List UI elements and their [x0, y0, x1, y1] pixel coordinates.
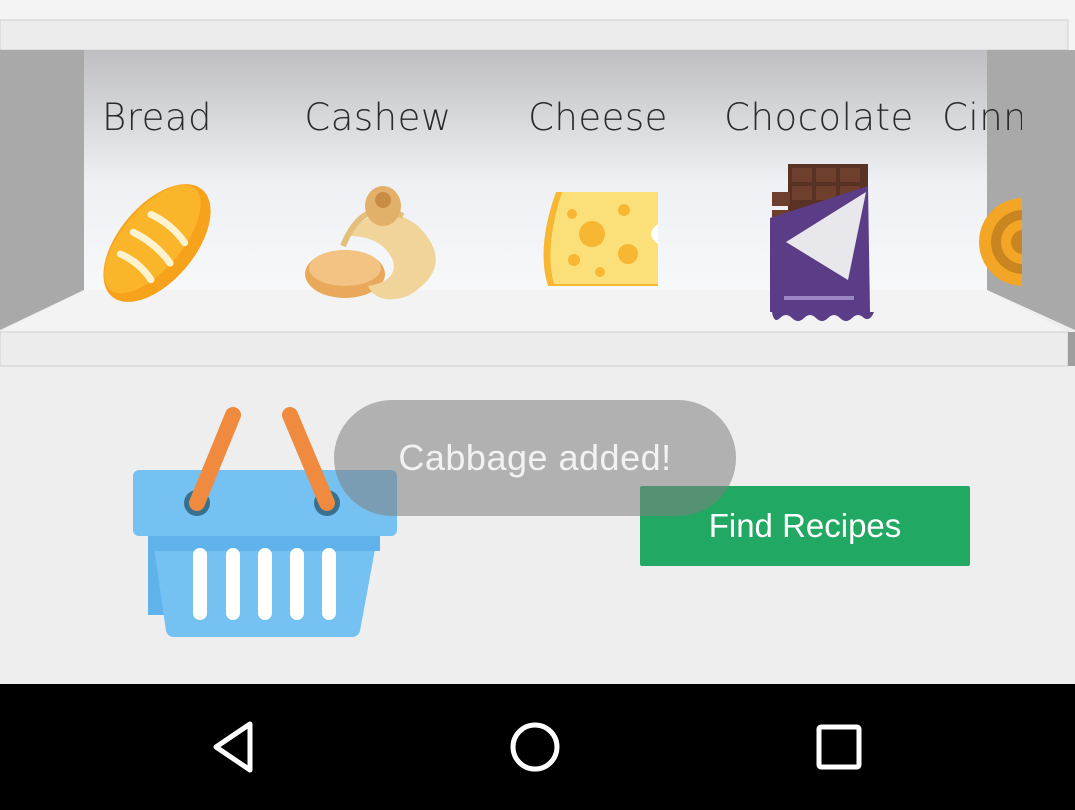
- shelf-item-cheese[interactable]: Cheese: [498, 95, 698, 141]
- shelf-item-chocolate[interactable]: Chocolate: [719, 95, 919, 141]
- shelf-item-label: Cinnamon: [942, 96, 1022, 139]
- shelf-item-cashew[interactable]: Cashew: [278, 95, 478, 141]
- cinnamon-icon[interactable]: [978, 190, 1022, 294]
- shelf-item-label: Bread: [101, 96, 213, 139]
- toast-message: Cabbage added!: [398, 437, 672, 478]
- chocolate-icon[interactable]: [762, 162, 877, 324]
- cheese-icon[interactable]: [538, 188, 660, 290]
- shelf: Bread Cashew Cheese Chocolate Cinn: [0, 0, 1075, 368]
- system-nav-bar: [0, 684, 1075, 810]
- shelf-item-cinnamon[interactable]: Cinnamon: [938, 95, 1022, 141]
- shelf-item-label: Cheese: [528, 96, 668, 139]
- home-icon[interactable]: [505, 717, 565, 777]
- recents-icon[interactable]: [809, 717, 869, 777]
- shelf-item-label: Chocolate: [724, 96, 914, 139]
- shelf-item-bread[interactable]: Bread: [57, 95, 257, 141]
- bread-icon[interactable]: [95, 182, 220, 304]
- back-icon[interactable]: [204, 717, 264, 777]
- toast: Cabbage added!: [334, 400, 736, 516]
- cashew-icon[interactable]: [303, 186, 453, 301]
- shelf-item-label: Cashew: [304, 96, 452, 139]
